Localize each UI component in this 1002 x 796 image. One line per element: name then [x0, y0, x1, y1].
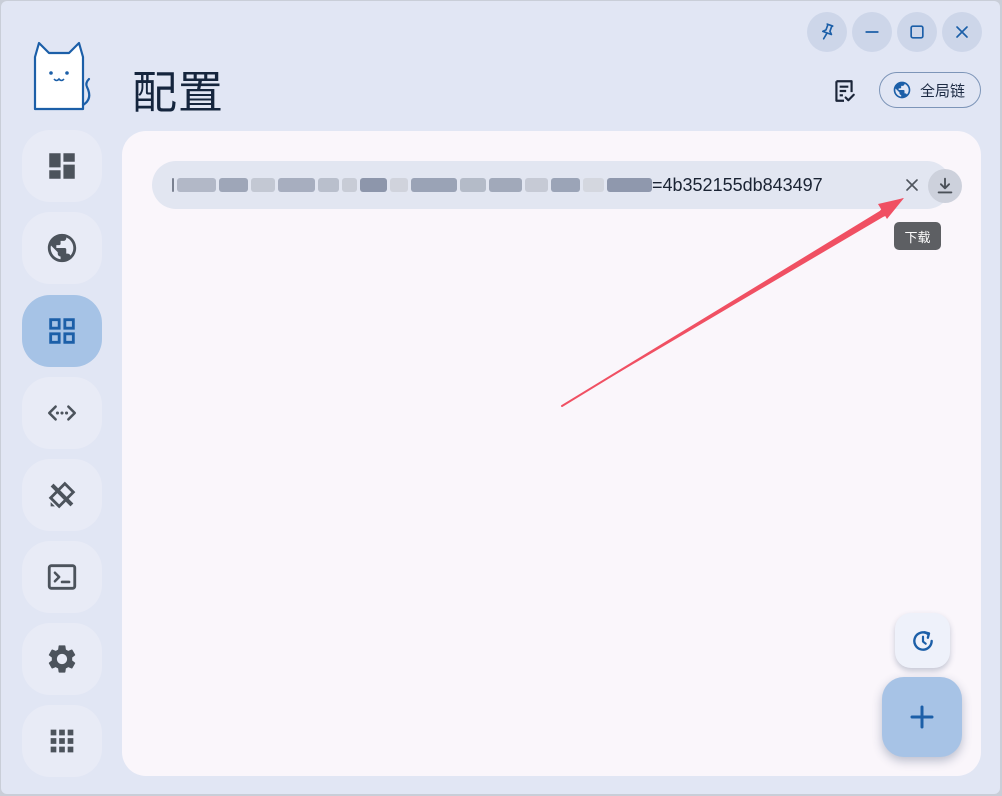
maximize-button[interactable] [897, 12, 937, 52]
sidebar-item-dashboard[interactable] [22, 130, 102, 202]
apps-icon [50, 729, 74, 753]
download-tooltip: 下载 [894, 222, 941, 250]
download-icon [937, 177, 953, 194]
page-title: 配置 [132, 66, 225, 119]
gear-icon [48, 645, 76, 673]
sidebar-item-profiles[interactable] [22, 295, 102, 367]
close-window-button[interactable] [942, 12, 982, 52]
profile-url-text: =4b352155db843497 [652, 175, 823, 195]
maximize-icon [910, 25, 924, 39]
close-icon [956, 26, 968, 38]
profile-url-input[interactable]: =4b352155db843497 [152, 161, 962, 209]
pin-icon [821, 23, 834, 40]
minimize-icon [865, 31, 879, 33]
terminal-icon [47, 564, 77, 590]
download-button[interactable] [928, 169, 962, 203]
dashboard-icon [49, 153, 75, 179]
add-profile-button[interactable] [882, 677, 962, 757]
mode-label: 全局链 [920, 81, 966, 100]
app-logo [29, 39, 95, 113]
sidebar-item-more[interactable] [22, 705, 102, 777]
grid-icon [49, 318, 75, 344]
plus-icon [910, 705, 934, 729]
close-icon [906, 179, 918, 191]
history-update-icon [912, 630, 933, 651]
note-check-icon [835, 80, 855, 102]
mode-button[interactable]: 全局链 [879, 72, 981, 108]
sidebar-item-logs[interactable] [22, 541, 102, 613]
update-profiles-button[interactable] [895, 613, 950, 668]
tools-icon [48, 481, 76, 509]
sidebar-item-settings[interactable] [22, 623, 102, 695]
code-dots-icon [47, 405, 77, 421]
pin-button[interactable] [807, 12, 847, 52]
blurred-url [172, 171, 652, 199]
globe-icon [893, 81, 911, 99]
sidebar-item-rules[interactable] [22, 459, 102, 531]
sidebar-item-connections[interactable] [22, 377, 102, 449]
sidebar-item-proxies[interactable] [22, 212, 102, 284]
clear-button[interactable] [900, 173, 924, 197]
globe-icon [47, 233, 77, 263]
minimize-button[interactable] [852, 12, 892, 52]
notes-button[interactable] [830, 77, 858, 105]
profiles-panel: =4b352155db843497 [122, 131, 981, 776]
app-window: 配置 全局链 =4b352155db843497 下载 [1, 1, 1000, 794]
